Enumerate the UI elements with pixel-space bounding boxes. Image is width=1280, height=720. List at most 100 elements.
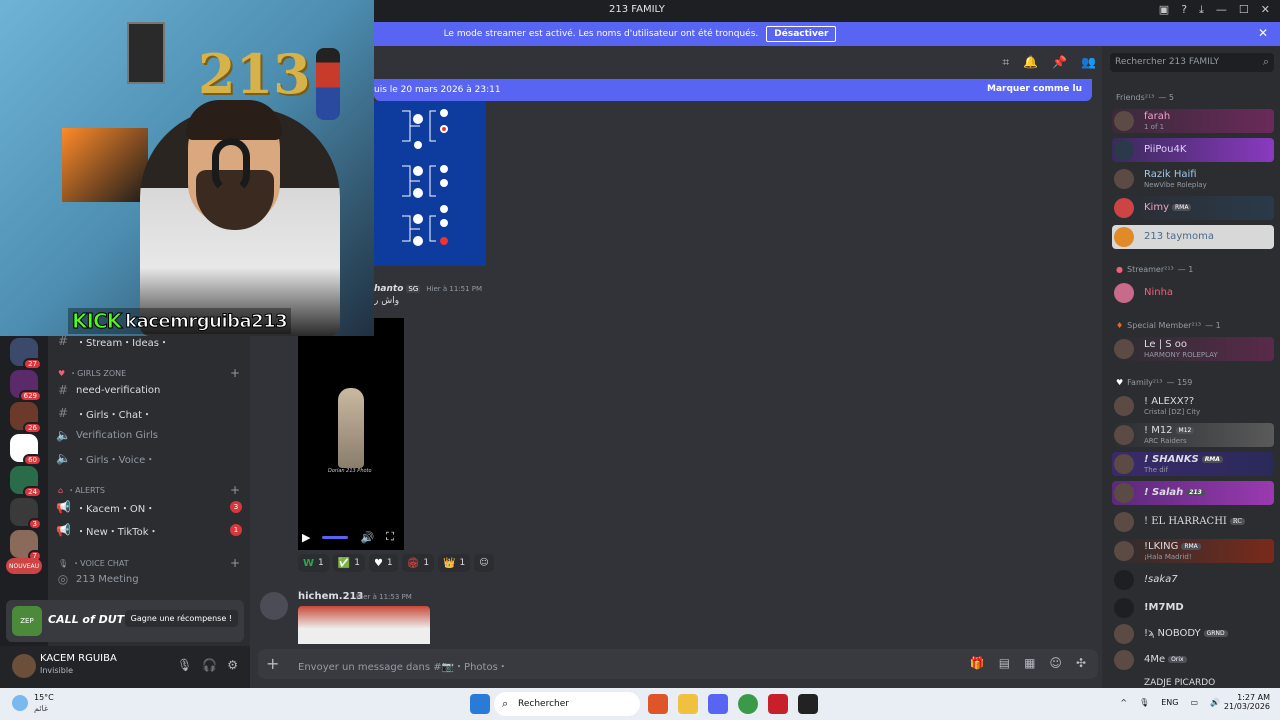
image-attachment[interactable]	[298, 606, 430, 644]
play-icon[interactable]: ▶	[302, 531, 310, 544]
channel-213-meeting[interactable]: ◎ 213 Meeting	[56, 569, 242, 589]
member-item[interactable]: ! EL HARRACHI RC	[1112, 510, 1274, 534]
server-icon[interactable]: 629	[10, 370, 42, 402]
taskbar-search[interactable]: ⌕ Rechercher	[494, 692, 640, 716]
reaction[interactable]: 👑 1	[438, 554, 471, 572]
gif-icon[interactable]: ▤	[999, 656, 1010, 670]
close-banner-icon[interactable]: ✕	[1258, 26, 1268, 40]
search-input[interactable]: Rechercher 213 FAMILY ⌕	[1110, 53, 1274, 72]
avatar[interactable]	[260, 592, 288, 620]
channel-new-tiktok[interactable]: 📢 ・New・TikTok・ 1	[56, 520, 242, 540]
member-item[interactable]: Ninha	[1112, 281, 1274, 305]
add-channel-icon[interactable]: +	[230, 366, 240, 380]
app-icon[interactable]	[798, 694, 818, 714]
claim-reward-button[interactable]: Gagne une récompense !	[124, 610, 238, 627]
member-item[interactable]: !LKING RMA ¡Hala Madrid!	[1112, 539, 1274, 563]
add-channel-icon[interactable]: +	[230, 483, 240, 497]
server-icon[interactable]: 24	[10, 466, 42, 498]
headphones-icon[interactable]: 🎧	[202, 658, 217, 672]
download-icon[interactable]: ⤓	[1199, 3, 1204, 17]
microphone-icon[interactable]: 🎙	[177, 658, 192, 672]
category-alerts[interactable]: ⌂ ・ALERTS +	[58, 483, 240, 497]
new-server-badge[interactable]: NOUVEAU	[6, 558, 42, 574]
promo-card[interactable]: ZEP CALL of DUTY Gagne une récompense !	[6, 600, 244, 642]
fullscreen-icon[interactable]: ⛶	[386, 530, 394, 544]
chrome-icon[interactable]	[738, 694, 758, 714]
volume-slider[interactable]	[322, 535, 349, 539]
new-messages-bar[interactable]: uis le 20 mars 2026 à 23:11 Marquer comm…	[374, 79, 1092, 101]
settings-icon[interactable]: ⚙	[227, 658, 238, 672]
language-indicator[interactable]: ENG	[1161, 698, 1178, 707]
message-author[interactable]: hanto	[374, 284, 403, 294]
video-attachment[interactable]: Dorian 213 Photo	[298, 318, 404, 550]
member-item[interactable]: !M7MD	[1112, 596, 1274, 620]
bell-icon[interactable]: 🔔	[1023, 55, 1038, 70]
reaction[interactable]: 🏟 1	[401, 554, 435, 572]
user-avatar[interactable]	[12, 654, 36, 678]
bracket-image[interactable]	[374, 101, 486, 266]
channel-girls-voice[interactable]: 🔈 ・Girls・Voice・	[56, 448, 242, 468]
server-icon[interactable]: 3	[10, 498, 42, 530]
network-icon[interactable]: ▭	[1190, 698, 1198, 707]
add-channel-icon[interactable]: +	[230, 556, 240, 570]
member-item[interactable]: ! ALEXX?? Cristal [DZ] City	[1112, 394, 1274, 418]
threads-icon[interactable]: ⌗	[1002, 55, 1009, 70]
server-icon[interactable]: 26	[10, 402, 42, 434]
member-item[interactable]: ZADJE PICARDO	[1112, 674, 1274, 688]
chevron-up-icon[interactable]: ^	[1120, 698, 1127, 707]
close-icon[interactable]: ✕	[1261, 3, 1270, 17]
volume-icon[interactable]: 🔊	[360, 531, 374, 544]
channel-kacem-on[interactable]: 📢 ・Kacem・ON・ 3	[56, 497, 242, 517]
member-item[interactable]: Kimy RMA	[1112, 196, 1274, 220]
channel-girls-chat[interactable]: # ・Girls・Chat・	[56, 403, 242, 423]
member-item[interactable]: ! Salah 213	[1112, 481, 1274, 505]
start-icon[interactable]	[470, 694, 490, 714]
minimize-icon[interactable]: —	[1216, 3, 1227, 17]
category-voice-chat[interactable]: 🎙 ・VOICE CHAT +	[58, 556, 240, 570]
channel-need-verification[interactable]: # need-verification	[56, 380, 242, 400]
message-input[interactable]: Envoyer un message dans #📷・Photos・	[298, 658, 508, 673]
user-name[interactable]: KACEM RGUIBA	[40, 653, 117, 664]
member-item[interactable]: !ϡ NOBODY GRND	[1112, 622, 1274, 646]
server-icon[interactable]: 27	[10, 338, 42, 370]
mark-as-read-button[interactable]: Marquer comme lu	[987, 84, 1082, 94]
member-item[interactable]: Razik Haifi NewVibe Roleplay	[1112, 167, 1274, 191]
message[interactable]: hanto SG Hier à 11:51 PM واش ر	[374, 284, 482, 306]
message-composer[interactable]: + Envoyer un message dans #📷・Photos・ 🎁 ▤…	[258, 649, 1098, 679]
inbox-icon[interactable]: ▣	[1159, 3, 1169, 17]
emoji-icon[interactable]: ☺	[1049, 656, 1062, 670]
member-item[interactable]: farah 1 of 1	[1112, 109, 1274, 133]
add-reaction-button[interactable]: ☺	[474, 554, 494, 572]
member-item[interactable]: ! M12 M12 ARC Raiders	[1112, 423, 1274, 447]
server-icon[interactable]: 60	[10, 434, 42, 466]
category-girls-zone[interactable]: ♥ ・GIRLS ZONE +	[58, 366, 240, 380]
attach-plus-icon[interactable]: +	[266, 654, 279, 673]
member-item[interactable]: Le | S oo HARMONY ROLEPLAY	[1112, 337, 1274, 361]
sticker-icon[interactable]: ▦	[1024, 656, 1035, 670]
server-icon[interactable]: 7	[10, 530, 42, 562]
member-item[interactable]: PiiPou4K	[1112, 138, 1274, 162]
apps-icon[interactable]: ✣	[1076, 656, 1086, 670]
message-author[interactable]: hichem.213	[298, 591, 363, 602]
acrobat-icon[interactable]	[768, 694, 788, 714]
pin-icon[interactable]: 📌	[1052, 55, 1067, 70]
member-item[interactable]: 213 taymoma	[1112, 225, 1274, 249]
gift-icon[interactable]: 🎁	[970, 656, 985, 670]
channel-verification-girls[interactable]: 🔈 Verification Girls	[56, 425, 242, 445]
brave-icon[interactable]	[648, 694, 668, 714]
reaction[interactable]: ✅ 1	[332, 554, 365, 572]
member-item[interactable]: ! SHANKS RMA The dif	[1112, 452, 1274, 476]
help-icon[interactable]: ?	[1181, 3, 1187, 17]
volume-icon[interactable]: 🔊	[1210, 698, 1220, 707]
clock[interactable]: 1:27 AM 21/03/2026	[1224, 693, 1270, 711]
discord-icon[interactable]	[708, 694, 728, 714]
reaction[interactable]: W1	[298, 554, 329, 572]
member-item[interactable]: !saka7	[1112, 568, 1274, 592]
members-icon[interactable]: 👥	[1081, 55, 1096, 70]
disable-streamer-button[interactable]: Désactiver	[766, 26, 837, 42]
mic-icon[interactable]: 🎙	[1139, 698, 1149, 707]
member-item[interactable]: 4Me Orix	[1112, 648, 1274, 672]
folder-icon[interactable]	[678, 694, 698, 714]
reaction[interactable]: ♥ 1	[368, 554, 398, 572]
maximize-icon[interactable]: ☐	[1239, 3, 1249, 17]
